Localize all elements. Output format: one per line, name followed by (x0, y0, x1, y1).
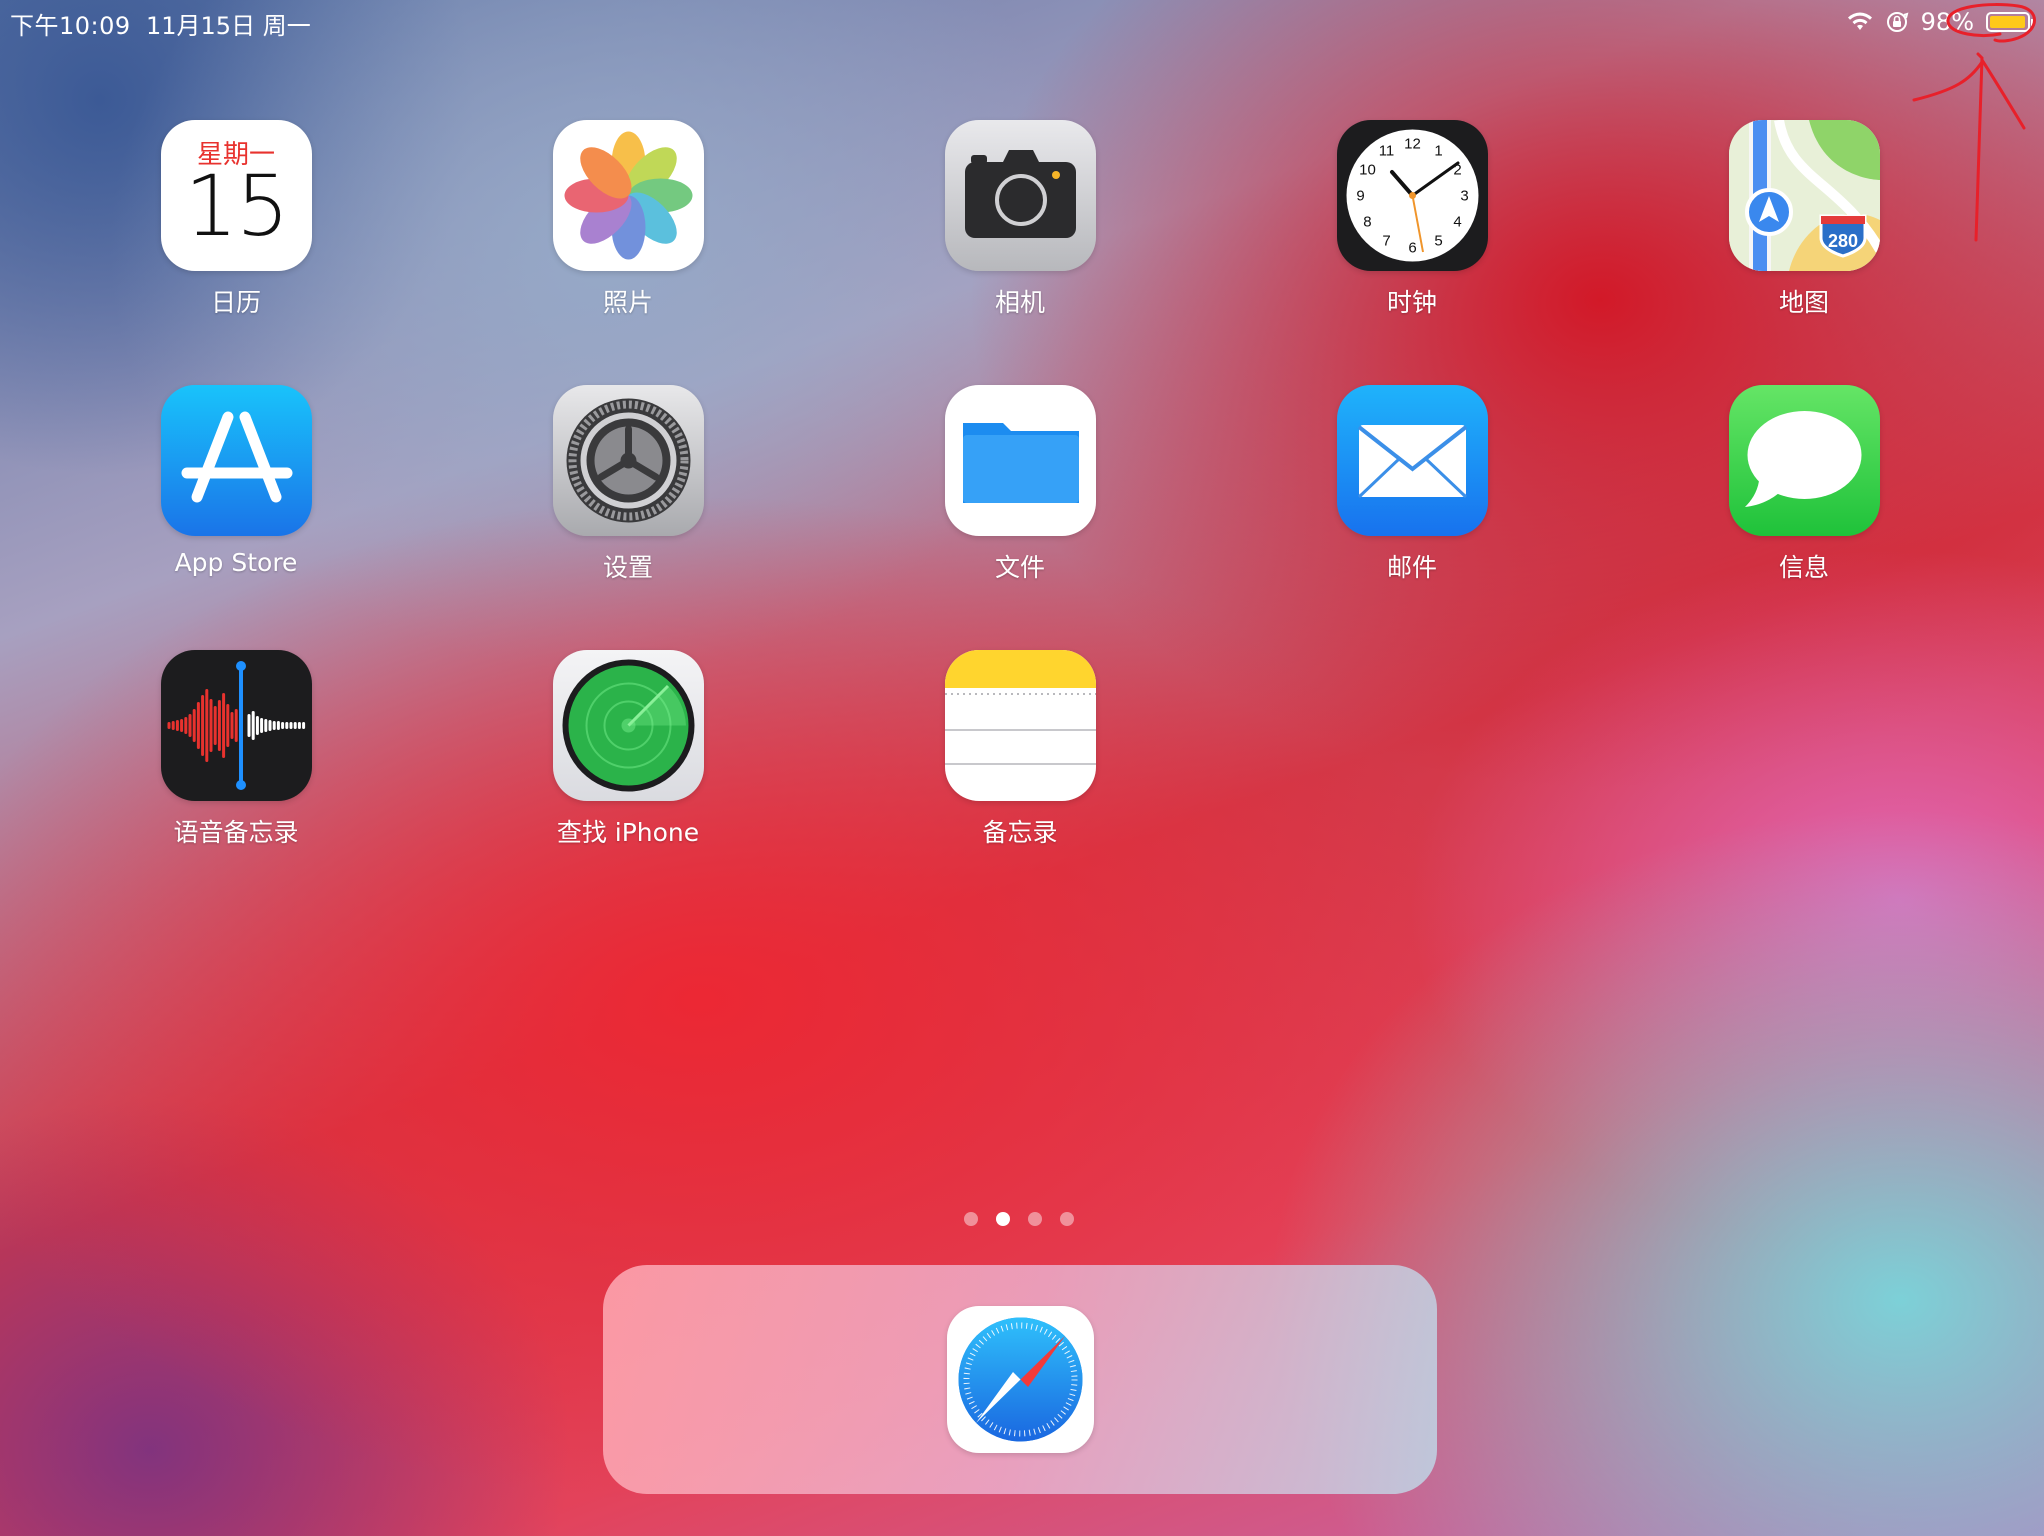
page-dot[interactable] (1028, 1212, 1042, 1226)
app-store-icon (160, 385, 312, 536)
app-calendar[interactable]: 星期一 15 日历 (126, 120, 346, 319)
app-label: 信息 (1778, 553, 1829, 582)
maps-icon: 280 (1728, 120, 1880, 271)
page-dot[interactable] (996, 1212, 1010, 1226)
app-settings[interactable]: 设置 (518, 385, 738, 584)
page-dot[interactable] (1060, 1212, 1074, 1226)
find-iphone-icon (552, 650, 704, 801)
clock-number: 9 (1356, 188, 1364, 205)
clock-number: 3 (1460, 188, 1468, 205)
app-label: 相机 (994, 288, 1045, 317)
app-label: 查找 iPhone (556, 818, 700, 847)
app-files[interactable]: 文件 (910, 385, 1130, 584)
app-label: 日历 (210, 288, 261, 317)
annotation-drawing (1912, 3, 2036, 242)
app-app-store[interactable]: App Store (126, 385, 346, 577)
clock-number: 11 (1378, 142, 1394, 159)
status-bar: 下午10:09 11月15日 周一 98% (0, 0, 2044, 44)
app-notes[interactable]: 备忘录 (910, 650, 1130, 849)
app-label: 照片 (602, 288, 653, 317)
app-find-iphone[interactable]: 查找 iPhone (518, 650, 738, 849)
app-photos[interactable]: 照片 (518, 120, 738, 319)
clock-number: 10 (1359, 162, 1376, 179)
files-icon (944, 385, 1096, 536)
app-maps[interactable]: 280 地图 (1694, 120, 1914, 319)
safari-icon[interactable] (947, 1306, 1094, 1453)
app-voice-memos[interactable]: 语音备忘录 (126, 650, 346, 849)
status-time: 下午10:09 (10, 12, 131, 40)
app-label: 文件 (994, 553, 1045, 582)
route-sign: 280 (1827, 231, 1857, 251)
page-indicator[interactable] (964, 1212, 1074, 1226)
calendar-icon: 星期一 15 (160, 120, 312, 271)
photos-icon (552, 120, 704, 271)
clock-number: 1 (1434, 142, 1442, 159)
clock-number: 5 (1434, 233, 1442, 250)
clock-number: 4 (1453, 214, 1461, 231)
clock-icon: 12 1 2 3 4 5 6 7 8 9 10 11 (1336, 120, 1488, 271)
app-label: 邮件 (1386, 553, 1437, 582)
camera-icon (944, 120, 1096, 271)
page-dot[interactable] (964, 1212, 978, 1226)
settings-icon (552, 385, 704, 536)
app-mail[interactable]: 邮件 (1302, 385, 1522, 584)
app-label: 备忘录 (982, 818, 1058, 847)
app-messages[interactable]: 信息 (1694, 385, 1914, 584)
app-clock[interactable]: 12 1 2 3 4 5 6 7 8 9 10 11 时钟 (1302, 120, 1522, 319)
dock (603, 1265, 1437, 1494)
app-camera[interactable]: 相机 (910, 120, 1130, 319)
notes-icon (944, 650, 1096, 801)
app-label: 语音备忘录 (173, 818, 299, 847)
app-label: 地图 (1778, 288, 1829, 317)
clock-number: 6 (1408, 240, 1416, 257)
app-label: 设置 (602, 553, 653, 582)
app-label: App Store (174, 548, 298, 577)
voice-memos-icon (160, 650, 312, 801)
clock-number: 7 (1382, 233, 1390, 250)
calendar-day: 15 (184, 157, 290, 255)
clock-number: 8 (1363, 214, 1371, 231)
status-date: 11月15日 周一 (146, 12, 311, 40)
wifi-icon (1847, 12, 1872, 30)
clock-number: 12 (1404, 136, 1421, 153)
mail-icon (1336, 385, 1488, 536)
app-label: 时钟 (1386, 288, 1437, 317)
messages-icon (1728, 385, 1880, 536)
